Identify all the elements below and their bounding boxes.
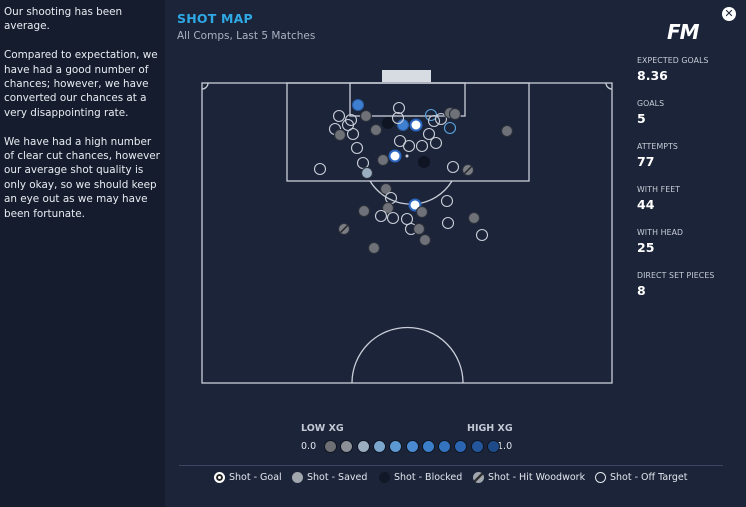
shot-saved [448,107,462,121]
stat-with-head: WITH HEAD 25 [637,228,742,271]
shot-off-target [400,212,414,226]
xg-scale-dot [438,440,452,453]
shot-off-target [350,141,364,155]
stat-value: 8 [637,283,646,298]
shot-saved [357,204,371,218]
woodwork-circle-icon [473,472,484,483]
shot-saved [376,153,390,167]
stat-expected-goals: EXPECTED GOALS 8.36 [637,56,742,99]
shot-saved [351,98,365,112]
shot-map-pitch [201,70,613,384]
shot-off-target [374,209,388,223]
stat-label: WITH FEET [637,185,681,194]
shot-off-target [313,162,327,176]
shot-goal [388,149,402,163]
penalty-area [286,82,530,182]
stat-label: EXPECTED GOALS [637,56,709,65]
stat-value: 77 [637,154,655,169]
shot-saved [418,233,432,247]
legend-saved: Shot - Saved [292,472,367,483]
shot-off-target [402,139,416,153]
stat-label: DIRECT SET PIECES [637,271,715,280]
legend-label: Shot - Goal [229,472,282,483]
legend-label: Shot - Saved [307,472,368,483]
stat-goals: GOALS 5 [637,99,742,142]
stat-label: GOALS [637,99,665,108]
shot-saved [415,205,429,219]
empty-circle-icon [595,472,606,483]
stat-value: 44 [637,197,655,212]
corner-arc-left [201,82,209,90]
shot-off-target [346,127,360,141]
xg-scale-dot [372,440,386,453]
shot-saved [359,109,373,123]
center-circle [351,326,464,384]
shot-off-target [446,160,460,174]
blocked-circle-icon [379,472,390,483]
shot-saved [360,166,374,180]
xg-scale-dot [324,440,337,453]
high-xg-label: HIGH XG [467,423,513,434]
shot-saved [333,128,347,142]
shot-saved [369,123,383,137]
shot-off-target [441,216,455,230]
stat-value: 25 [637,240,655,255]
shot-off-target [443,121,457,135]
shot-off-target [440,194,454,208]
stat-with-feet: WITH FEET 44 [637,185,742,228]
stat-attempts: ATTEMPTS 77 [637,142,742,185]
ball-icon [214,472,225,483]
stats-panel: EXPECTED GOALS 8.36 GOALS 5 ATTEMPTS 77 … [637,56,742,314]
shot-saved [500,124,514,138]
shot-off-target [415,139,429,153]
penalty-spot [405,154,409,158]
shot-off-target [424,108,438,122]
legend-label: Shot - Off Target [610,472,688,483]
shot-off-target [427,114,441,128]
legend-blocked: Shot - Blocked [379,472,462,483]
shot-off-target [332,109,346,123]
shot-off-target [356,156,370,170]
shot-off-target [392,101,406,115]
shot-goal [409,118,423,132]
stat-value: 8.36 [637,68,668,83]
shot-saved [367,241,381,255]
xg-scale-dot [421,440,435,453]
legend-off-target: Shot - Off Target [595,472,688,483]
xg-min: 0.0 [301,441,317,452]
stat-direct-set-pieces: DIRECT SET PIECES 8 [637,271,742,314]
shot-saved [467,211,481,225]
stat-value: 5 [637,111,646,126]
shot-off-target [429,136,443,150]
stat-label: ATTEMPTS [637,142,678,151]
stat-label: WITH HEAD [637,228,684,237]
filled-circle-icon [292,472,303,483]
xg-scale-dot [470,440,484,453]
legend-label: Shot - Hit Woodwork [488,472,586,483]
legend-label: Shot - Blocked [394,472,463,483]
xg-scale-dot [356,440,370,453]
xg-scale-dot [405,440,419,453]
goal-frame [382,70,431,82]
shot-blocked [381,116,395,130]
shot-saved [412,222,426,236]
shots-layer [313,98,514,255]
xg-scale-dot [487,440,500,453]
corner-arc-right [605,82,613,90]
shot-off-target [386,211,400,225]
low-xg-label: LOW XG [301,423,344,434]
legend-woodwork: Shot - Hit Woodwork [473,472,585,483]
shot-off-target [475,228,489,242]
legend-goal: Shot - Goal [214,472,282,483]
shot-legend: Shot - Goal Shot - Saved Shot - Blocked … [179,465,723,492]
shot-blocked [417,155,431,169]
